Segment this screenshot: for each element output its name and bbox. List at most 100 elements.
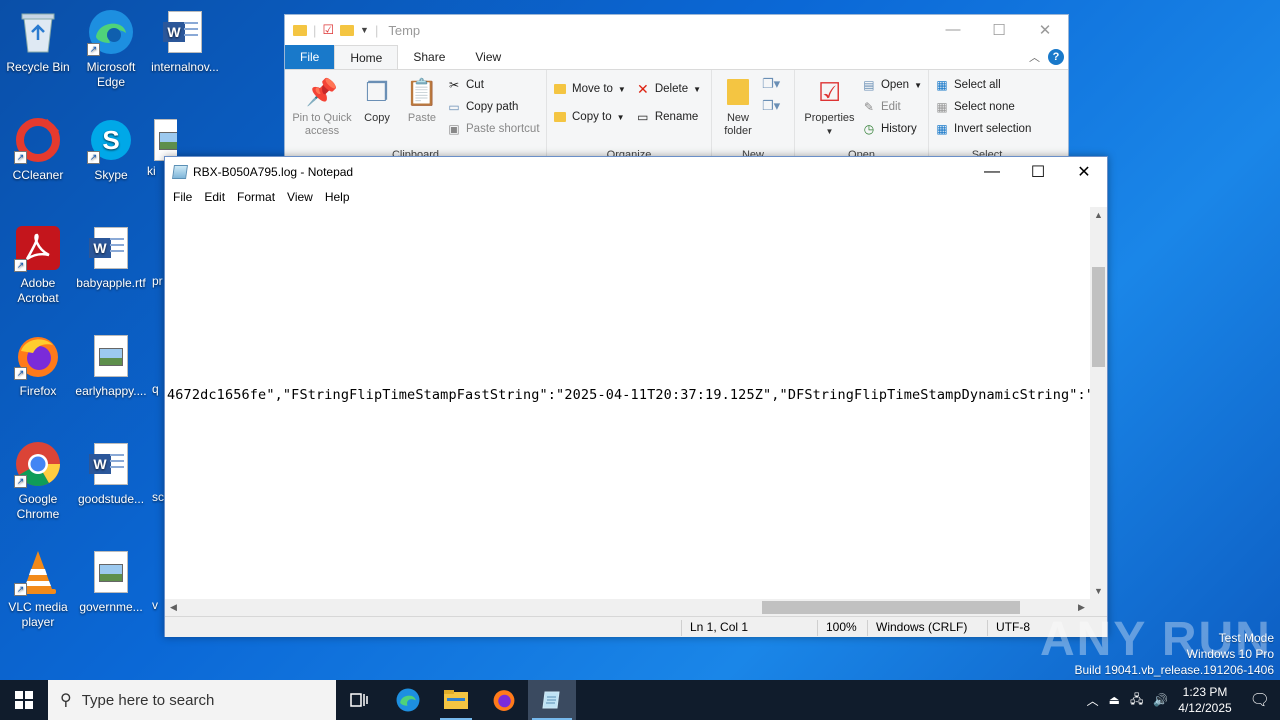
show-hidden-icons-chevron-icon[interactable]: ︿	[1087, 692, 1099, 709]
maximize-icon[interactable]: ☐	[976, 21, 1022, 39]
shortcut-arrow-icon: ↗	[14, 259, 27, 272]
notepad-text-area[interactable]: 4672dc1656fe","FStringFlipTimeStampFastS…	[165, 207, 1094, 599]
menu-edit[interactable]: Edit	[198, 190, 231, 204]
notepad-titlebar[interactable]: RBX-B050A795.log - Notepad — ☐ ✕	[165, 157, 1107, 187]
new-item-icon[interactable]: ❐▾	[762, 76, 780, 92]
desktop-icon-earlyhappy[interactable]: earlyhappy....	[73, 332, 149, 399]
collapse-ribbon-icon[interactable]: ︿	[1029, 49, 1040, 65]
copy-to-button[interactable]: Copy to ▼	[553, 108, 626, 126]
close-icon[interactable]: ✕	[1022, 21, 1068, 39]
minimize-icon[interactable]: —	[969, 157, 1015, 187]
desktop-icon-google-chrome[interactable]: ↗ Google Chrome	[0, 440, 76, 522]
new-folder-icon[interactable]	[340, 24, 355, 36]
status-position: Ln 1, Col 1	[681, 620, 748, 636]
volume-icon[interactable]: 🔊	[1153, 693, 1168, 707]
dropdown-arrow-icon: ▼	[825, 127, 834, 136]
log-content: 4672dc1656fe","FStringFlipTimeStampFastS…	[167, 387, 1094, 403]
folder-icon	[293, 24, 307, 36]
desktop-icon-skype[interactable]: S ↗ Skype	[73, 116, 149, 183]
start-button[interactable]	[0, 680, 48, 720]
customize-dropdown-icon[interactable]: ▼	[360, 25, 369, 35]
open-label: Open	[880, 79, 910, 91]
new-folder-label: New folder	[724, 112, 752, 137]
taskbar-file-explorer[interactable]	[432, 680, 480, 720]
taskbar-clock[interactable]: 1:23 PM 4/12/2025	[1178, 684, 1231, 716]
notepad-window[interactable]: RBX-B050A795.log - Notepad — ☐ ✕ File Ed…	[164, 156, 1108, 637]
menu-file[interactable]: File	[167, 190, 198, 204]
scroll-up-icon[interactable]: ▲	[1090, 210, 1107, 220]
desktop-icon-goodstude[interactable]: W goodstude...	[73, 440, 149, 507]
minimize-icon[interactable]: —	[930, 21, 976, 39]
move-to-button[interactable]: Move to ▼	[553, 80, 626, 98]
taskbar-firefox[interactable]	[480, 680, 528, 720]
desktop-icon-ccleaner[interactable]: ↗ CCleaner	[0, 116, 76, 183]
tab-file[interactable]: File	[285, 45, 335, 69]
properties-label: Properties	[804, 112, 855, 124]
desktop-icon-adobe-acrobat[interactable]: ↗ Adobe Acrobat	[0, 224, 76, 306]
delete-x-icon: ✕	[636, 80, 649, 97]
notepad-icon	[172, 165, 188, 179]
delete-button[interactable]: ✕ Delete ▼	[636, 80, 701, 98]
desktop-icon-internalnov[interactable]: W internalnov...	[147, 8, 223, 75]
taskbar-edge[interactable]	[384, 680, 432, 720]
vlc-cone-icon: ↗	[14, 548, 62, 596]
properties-check-icon[interactable]: ☑	[322, 22, 334, 38]
notepad-icon	[542, 691, 560, 709]
select-all-button[interactable]: ▦ Select all	[935, 76, 1031, 94]
vertical-scrollbar[interactable]: ▲ ▼	[1090, 207, 1107, 599]
menu-format[interactable]: Format	[231, 190, 281, 204]
dropdown-arrow-icon: ▼	[616, 112, 625, 122]
open-button[interactable]: ▤ Open ▼	[862, 76, 922, 94]
desktop-icon-governme[interactable]: governme...	[73, 548, 149, 615]
skype-icon: S ↗	[87, 116, 135, 164]
notifications-icon[interactable]: 🗨	[1250, 690, 1270, 710]
paste-shortcut-button[interactable]: ▣ Paste shortcut	[447, 120, 539, 138]
vertical-scroll-thumb[interactable]	[1092, 267, 1105, 367]
desktop-icon-firefox[interactable]: ↗ Firefox	[0, 332, 76, 399]
cut-button[interactable]: ✂ Cut	[447, 76, 540, 94]
history-icon: ◷	[863, 122, 875, 136]
usb-device-icon[interactable]: ⏏	[1109, 693, 1120, 707]
taskbar-notepad[interactable]	[528, 680, 576, 720]
close-icon[interactable]: ✕	[1061, 157, 1107, 187]
watermark-line-2: Windows 10 Pro	[1186, 647, 1274, 661]
desktop-icon-label: Google Chrome	[16, 492, 60, 521]
desktop-icon-label: goodstude...	[77, 492, 145, 506]
scroll-left-icon[interactable]: ◀	[165, 602, 182, 613]
firefox-icon	[493, 690, 515, 711]
desktop-icon-label: Microsoft Edge	[86, 60, 136, 89]
dropdown-arrow-icon: ▼	[617, 84, 626, 94]
horizontal-scrollbar[interactable]: ◀ ▶	[165, 599, 1094, 616]
edit-button[interactable]: ✎ Edit	[862, 98, 922, 116]
desktop-icon-edge[interactable]: ↗ Microsoft Edge	[73, 8, 149, 90]
menu-help[interactable]: Help	[319, 190, 356, 204]
explorer-titlebar: | ☑ ▼ | Temp — ☐ ✕	[285, 15, 1068, 45]
desktop-icon-label: earlyhappy....	[75, 384, 147, 398]
menu-view[interactable]: View	[281, 190, 319, 204]
tab-share[interactable]: Share	[398, 45, 460, 69]
taskbar-search-box[interactable]: ⚲ Type here to search	[48, 680, 336, 720]
network-icon[interactable]: 🖧	[1130, 690, 1143, 711]
status-line-ending: Windows (CRLF)	[867, 620, 967, 636]
copy-path-label: Copy path	[466, 101, 519, 113]
desktop-icon-vlc[interactable]: ↗ VLC media player	[0, 548, 76, 630]
copy-path-button[interactable]: ▭ Copy path	[447, 98, 540, 116]
rename-button[interactable]: ▭ Rename	[636, 108, 701, 126]
horizontal-scroll-thumb[interactable]	[762, 601, 1020, 614]
easy-access-icon[interactable]: ❒▾	[762, 98, 780, 114]
desktop-icon-label: CCleaner	[12, 168, 64, 182]
task-view-button[interactable]	[336, 680, 384, 720]
file-explorer-window[interactable]: | ☑ ▼ | Temp — ☐ ✕ File Home Share View …	[284, 14, 1069, 164]
maximize-icon[interactable]: ☐	[1015, 157, 1061, 187]
notepad-statusbar: Ln 1, Col 1 100% Windows (CRLF) UTF-8	[165, 616, 1107, 637]
scroll-down-icon[interactable]: ▼	[1090, 586, 1107, 596]
select-none-button[interactable]: ▦ Select none	[935, 98, 1031, 116]
help-icon[interactable]: ?	[1048, 49, 1064, 65]
history-button[interactable]: ◷ History	[862, 120, 922, 138]
invert-selection-button[interactable]: ▦ Invert selection	[935, 120, 1031, 138]
windows-logo-icon	[15, 691, 33, 709]
desktop-icon-babyapple[interactable]: W babyapple.rtf	[73, 224, 149, 291]
tab-view[interactable]: View	[460, 45, 516, 69]
tab-home[interactable]: Home	[334, 45, 399, 69]
desktop-icon-recycle-bin[interactable]: Recycle Bin	[0, 8, 76, 75]
